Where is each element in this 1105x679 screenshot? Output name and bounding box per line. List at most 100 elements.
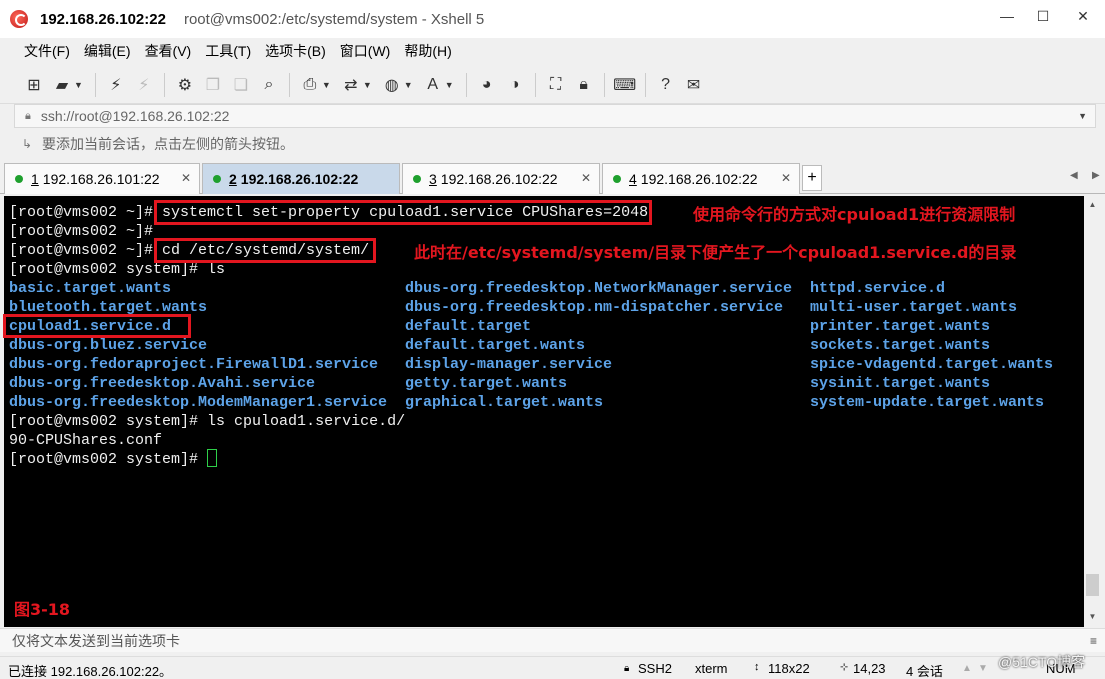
menu-view[interactable]: 查看(V) (145, 41, 192, 61)
tab-session-2[interactable]: 2 192.168.26.102:22 (202, 163, 400, 194)
add-session-arrow-icon[interactable]: ↳ (22, 137, 36, 151)
terminal-screen[interactable]: [root@vms002 ~]# systemctl set-property c… (3, 196, 1084, 627)
connected-dot-icon (613, 175, 621, 183)
terminal-line: 90-CPUShares.conf (9, 432, 163, 449)
ls-entry: dbus-org.freedesktop.NetworkManager.serv… (405, 280, 793, 297)
new-tab-button[interactable]: + (802, 165, 822, 191)
command-text: ls (207, 261, 226, 278)
ls-entry: system-update.target.wants (810, 394, 1045, 411)
toolbar-separator (644, 72, 646, 97)
ls-entry: dbus-org.bluez.service (9, 337, 208, 354)
ls-entry: sockets.target.wants (810, 337, 991, 354)
lock-icon[interactable]: 🔒︎ (572, 73, 596, 97)
encoding-dropdown-icon[interactable]: ▼ (404, 80, 413, 90)
tab-label: 192.168.26.101:22 (42, 171, 160, 187)
watermark: @51CTO博客 (998, 654, 1086, 670)
annotation-text: 使用命令行的方式对cpuload1进行资源限制 (693, 205, 1016, 224)
menu-window[interactable]: 窗口(W) (340, 41, 391, 61)
tab-number: 4 (629, 171, 637, 187)
xmanager-icon[interactable]: ◑ (503, 73, 527, 97)
window-title-host: 192.168.26.102:22 (40, 10, 166, 28)
address-input[interactable]: ssh://root@192.168.26.102:22 (41, 108, 1078, 124)
scroll-up-icon[interactable]: ▲ (1084, 196, 1101, 213)
maximize-button[interactable]: ☐ (1025, 0, 1061, 32)
print-icon[interactable]: ⎙ (298, 73, 322, 97)
scrollbar-thumb[interactable] (1086, 574, 1099, 596)
connected-dot-icon (213, 175, 221, 183)
menu-tools[interactable]: 工具(T) (205, 41, 251, 61)
tab-label: 192.168.26.102:22 (640, 171, 758, 187)
disconnect-icon[interactable]: ⚡ (132, 73, 156, 97)
menu-edit[interactable]: 编辑(E) (84, 41, 131, 61)
vertical-scrollbar[interactable]: ▲ ▼ (1084, 196, 1101, 627)
scroll-down-icon[interactable]: ▼ (1084, 608, 1101, 625)
menu-tabs[interactable]: 选项卡(B) (265, 41, 326, 61)
arrow-down-icon[interactable]: ▼ (978, 663, 988, 674)
transfer-icon[interactable]: ⇄ (339, 73, 363, 97)
xshell-logo-icon[interactable] (10, 10, 28, 28)
status-bar: 已连接 192.168.26.102:22。 🔒︎ SSH2 xterm ↕ 1… (0, 656, 1105, 679)
highlight-box (154, 238, 376, 263)
address-dropdown-icon[interactable]: ▼ (1078, 111, 1087, 121)
transfer-dropdown-icon[interactable]: ▼ (363, 80, 372, 90)
terminal-size-status: 118x22 (768, 661, 810, 676)
ls-entry: spice-vdagentd.target.wants (810, 356, 1054, 373)
properties-icon[interactable]: ⚙ (173, 73, 197, 97)
open-folder-icon[interactable]: ▰ (50, 73, 74, 97)
ls-entry: graphical.target.wants (405, 394, 604, 411)
globe-icon[interactable]: ◍ (380, 73, 404, 97)
compose-input[interactable]: 仅将文本发送到当前选项卡 (12, 631, 1090, 651)
figure-label: 图3-18 (14, 600, 71, 619)
protocol-status: SSH2 (638, 661, 672, 676)
tab-scroll-right-icon[interactable]: ▶ (1092, 170, 1100, 181)
annotation-text: 此时在/etc/systemd/system/目录下便产生了一个cpuload1… (414, 243, 1017, 262)
fullscreen-icon[interactable]: ⛶ (544, 73, 568, 97)
connect-icon[interactable]: ⚡ (104, 73, 128, 97)
toolbar-separator (163, 72, 165, 97)
tab-session-4[interactable]: 4 192.168.26.102:22 ✕ (602, 163, 800, 194)
address-bar[interactable]: 🔒︎ ssh://root@192.168.26.102:22 ▼ (14, 104, 1096, 128)
arrow-up-icon[interactable]: ▲ (962, 663, 972, 674)
ls-entry: getty.target.wants (405, 375, 568, 392)
tab-close-icon[interactable]: ✕ (781, 171, 791, 185)
tab-scroll-left-icon[interactable]: ◀ (1070, 170, 1078, 181)
menu-help[interactable]: 帮助(H) (404, 41, 451, 61)
open-dropdown-icon[interactable]: ▼ (74, 80, 83, 90)
tab-number: 1 (31, 171, 39, 187)
paste-icon[interactable]: ❏ (229, 73, 253, 97)
ls-entry: dbus-org.fedoraproject.FirewallD1.servic… (9, 356, 379, 373)
prompt: [root@vms002 system]# (9, 261, 199, 278)
tab-bar: 1 192.168.26.101:22 ✕ 2 192.168.26.102:2… (0, 162, 1105, 194)
menu-file[interactable]: 文件(F) (24, 41, 70, 61)
tab-session-3[interactable]: 3 192.168.26.102:22 ✕ (402, 163, 600, 194)
xftp-icon[interactable]: ◕ (475, 73, 499, 97)
font-icon[interactable]: A (421, 73, 445, 97)
keyboard-icon[interactable]: ⌨ (613, 73, 637, 97)
copy-icon[interactable]: ❐ (201, 73, 225, 97)
toolbar: ⊞ ▰ ▼ ⚡ ⚡ ⚙ ❐ ❏ ⌕ ⎙ ▼ ⇄ ▼ ◍ ▼ A ▼ ◕ ◑ ⛶ … (0, 66, 1105, 104)
new-session-icon[interactable]: ⊞ (22, 73, 46, 97)
terminal-cursor (207, 449, 217, 467)
connected-dot-icon (15, 175, 23, 183)
tab-close-icon[interactable]: ✕ (181, 171, 191, 185)
chat-icon[interactable]: ✉ (682, 73, 706, 97)
help-icon[interactable]: ? (654, 73, 678, 97)
compose-bar[interactable]: 仅将文本发送到当前选项卡 ≡ (0, 628, 1105, 652)
prompt: [root@vms002 system]# (9, 451, 199, 468)
tab-session-1[interactable]: 1 192.168.26.101:22 ✕ (4, 163, 200, 194)
ls-entry: display-manager.service (405, 356, 613, 373)
compose-menu-icon[interactable]: ≡ (1090, 634, 1097, 648)
highlight-box (154, 200, 652, 225)
print-dropdown-icon[interactable]: ▼ (322, 80, 331, 90)
toolbar-separator (465, 72, 467, 97)
minimize-button[interactable]: — (989, 0, 1025, 32)
ls-entry: basic.target.wants (9, 280, 172, 297)
font-dropdown-icon[interactable]: ▼ (445, 80, 454, 90)
toolbar-separator (94, 72, 96, 97)
close-button[interactable]: ✕ (1061, 0, 1105, 32)
highlight-box (3, 314, 191, 338)
tab-close-icon[interactable]: ✕ (581, 171, 591, 185)
toolbar-separator (603, 72, 605, 97)
find-icon[interactable]: ⌕ (257, 73, 281, 97)
prompt: [root@vms002 ~]# (9, 242, 154, 259)
